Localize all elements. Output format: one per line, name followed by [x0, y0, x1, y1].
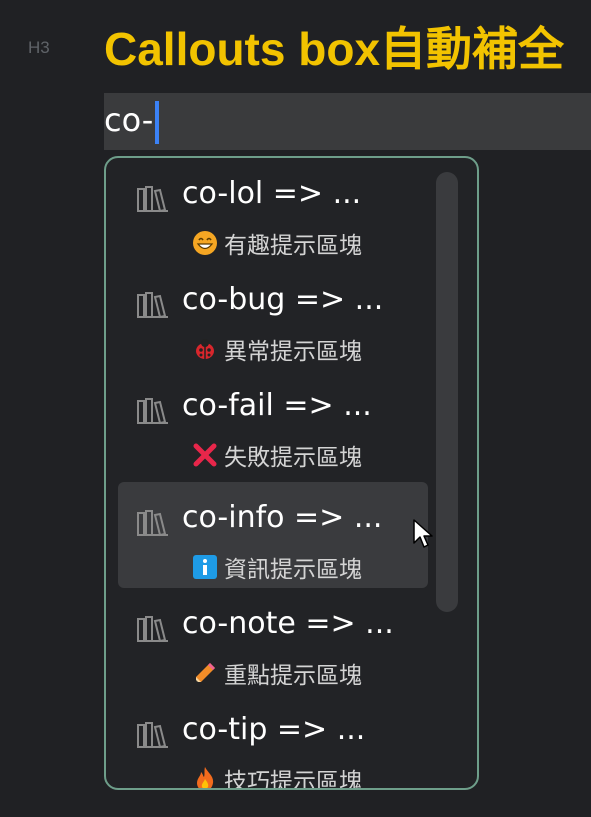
ladybug-icon	[196, 339, 214, 359]
suggestion-title: co-note => ...	[182, 606, 394, 641]
editor-text[interactable]: co-	[104, 101, 153, 139]
suggestion-description: 技巧提示區塊	[224, 769, 362, 790]
suggestion-item-note[interactable]: co-note => ... 重點提示區塊	[118, 588, 428, 694]
book-icon	[137, 186, 168, 213]
text-caret	[155, 101, 159, 144]
book-icon	[137, 398, 168, 425]
book-icon	[137, 616, 168, 643]
suggestion-item-fail[interactable]: co-fail => ... 失敗提示區塊	[118, 370, 428, 476]
suggestion-item-tip[interactable]: co-tip => ... 技巧提示區塊	[118, 694, 428, 790]
editor-line[interactable]: co-	[104, 93, 591, 150]
book-icon	[137, 722, 168, 749]
suggestion-description: 異常提示區塊	[224, 339, 362, 365]
fire-icon	[197, 767, 214, 788]
heading-level-marker: H3	[28, 38, 50, 57]
suggestion-title: co-lol => ...	[182, 176, 362, 211]
suggestion-title: co-tip => ...	[182, 712, 366, 747]
grinning-face-icon	[193, 231, 217, 255]
book-icon	[137, 510, 168, 537]
suggestion-description: 資訊提示區塊	[224, 557, 362, 583]
suggestion-description: 重點提示區塊	[224, 663, 362, 689]
info-icon	[193, 555, 217, 579]
autocomplete-popup[interactable]: co-lol => ... 有趣提示區塊 co-bug => ... 異常提示區…	[104, 156, 479, 790]
suggestion-item-lol[interactable]: co-lol => ... 有趣提示區塊	[118, 158, 428, 264]
book-icon	[137, 292, 168, 319]
suggestion-item-bug[interactable]: co-bug => ... 異常提示區塊	[118, 264, 428, 370]
suggestion-title: co-fail => ...	[182, 388, 372, 423]
pencil-icon	[196, 663, 215, 682]
suggestion-title: co-info => ...	[182, 500, 383, 535]
suggestion-description: 失敗提示區塊	[224, 445, 362, 471]
heading-title[interactable]: Callouts box自動補全	[104, 20, 564, 78]
mouse-pointer-icon	[413, 519, 433, 548]
popup-scrollbar[interactable]	[436, 172, 458, 612]
suggestion-title: co-bug => ...	[182, 282, 384, 317]
suggestion-item-info[interactable]: co-info => ... 資訊提示區塊	[118, 482, 428, 588]
suggestion-description: 有趣提示區塊	[224, 233, 362, 259]
cross-mark-icon	[193, 443, 217, 467]
